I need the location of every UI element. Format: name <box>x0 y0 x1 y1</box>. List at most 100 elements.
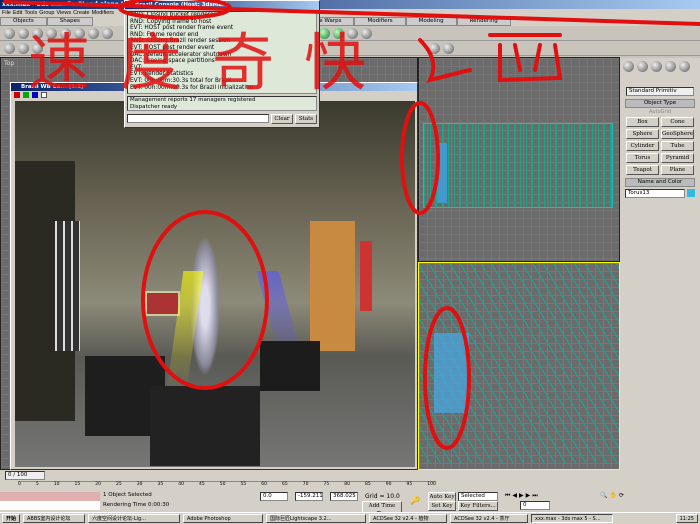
blue-channel-icon[interactable] <box>32 92 38 98</box>
maxscript-input[interactable] <box>0 501 100 510</box>
z-coordinate[interactable]: 368.025 <box>330 492 358 501</box>
teapot-button[interactable]: Teapot <box>626 165 659 175</box>
cone-button[interactable]: Cone <box>661 117 694 127</box>
start-button[interactable]: 开始 <box>2 514 21 523</box>
next-frame-icon[interactable]: ▶ <box>526 492 531 500</box>
grid-size: Grid = 10.0 <box>365 493 400 500</box>
tab-objects[interactable]: Objects <box>0 17 47 26</box>
box-icon[interactable] <box>4 28 15 39</box>
link-icon[interactable] <box>32 43 43 54</box>
hierarchy-tab-icon[interactable] <box>651 61 662 72</box>
torus-icon[interactable] <box>46 28 57 39</box>
key-mode-dropdown[interactable]: Selected <box>458 492 498 501</box>
quick-render-icon[interactable] <box>443 43 454 54</box>
taskbar-item[interactable]: 国际巨匠Lightscape 3.2... <box>266 514 367 523</box>
time-slider[interactable]: 0 / 100 <box>5 471 45 480</box>
create-tab-icon[interactable] <box>623 61 634 72</box>
go-to-end-icon[interactable]: ⏭ <box>532 492 537 500</box>
autogrid-checkbox[interactable]: AutoGrid <box>623 109 697 115</box>
log-line: EVT: Render Statistics <box>130 71 194 78</box>
object-name-input[interactable]: Torus13 <box>625 189 685 198</box>
sphere-icon[interactable] <box>18 28 29 39</box>
modifier-icon[interactable] <box>361 28 372 39</box>
viewport-top-right[interactable] <box>418 57 620 262</box>
taskbar-item[interactable]: 六度空间设计论坛-Lig... <box>88 514 181 523</box>
zoom-icon[interactable]: 🔍 <box>600 492 607 499</box>
cylinder-button[interactable]: Cylinder <box>626 141 659 151</box>
menu-file[interactable]: File <box>2 9 11 17</box>
armchair <box>150 386 260 466</box>
alpha-channel-icon[interactable] <box>41 92 47 98</box>
primitive-dropdown[interactable]: Standard Primitiv <box>626 87 694 96</box>
menu-modifiers[interactable]: Modifiers <box>92 9 114 17</box>
viewport-perspective-active[interactable] <box>418 262 620 470</box>
cone-icon[interactable] <box>74 28 85 39</box>
menu-edit[interactable]: Edit <box>13 9 22 17</box>
object-color-swatch[interactable] <box>687 189 695 197</box>
prev-frame-icon[interactable]: ◀ <box>512 492 517 500</box>
armchair <box>260 341 320 391</box>
console-input[interactable] <box>127 114 269 123</box>
wood-panel <box>310 221 355 351</box>
geosphere-button[interactable]: GeoSphere <box>661 129 694 139</box>
frame-tick: 5 <box>35 482 39 487</box>
space-warp-icon[interactable] <box>333 28 344 39</box>
taskbar-item[interactable]: ACDSee 32 v2.4 - 植物 <box>369 514 448 523</box>
taskbar-item[interactable]: ABBS室内设计论坛 <box>23 514 86 523</box>
motion-tab-icon[interactable] <box>665 61 676 72</box>
display-tab-icon[interactable] <box>679 61 690 72</box>
log-line: RND: Copying frame to host <box>130 18 212 25</box>
maxscript-listener[interactable] <box>0 492 100 501</box>
undo-icon[interactable] <box>4 43 15 54</box>
log-line: RND: Frame render end <box>130 31 199 38</box>
teapot-icon[interactable] <box>60 28 71 39</box>
clock: 11:25 <box>675 514 698 523</box>
geosphere-icon[interactable] <box>88 28 99 39</box>
tab-modeling[interactable]: Modeling <box>405 17 457 26</box>
red-channel-icon[interactable] <box>14 92 20 98</box>
render-icon[interactable] <box>429 43 440 54</box>
torus-button[interactable]: Torus <box>626 153 659 163</box>
menu-views[interactable]: Views <box>57 9 72 17</box>
frame-tick: 20 <box>95 482 102 487</box>
console-messages: Management reports 17 managers registere… <box>127 96 317 111</box>
pan-icon[interactable]: ✋ <box>609 492 616 499</box>
modify-tab-icon[interactable] <box>637 61 648 72</box>
taskbar-item[interactable]: ACDSee 32 v2.4 - 茶厅 <box>450 514 529 523</box>
clear-button[interactable]: Clear <box>271 114 293 124</box>
menu-create[interactable]: Create <box>73 9 90 17</box>
menu-group[interactable]: Group <box>39 9 54 17</box>
green-channel-icon[interactable] <box>23 92 29 98</box>
taskbar-item-active[interactable]: xxx.max - 3ds max 5 - S... <box>531 514 614 523</box>
space-warp-icon[interactable] <box>319 28 330 39</box>
go-to-start-icon[interactable]: ⏮ <box>505 492 510 500</box>
menu-tools[interactable]: Tools <box>24 9 37 17</box>
tab-modifiers[interactable]: Modifiers <box>354 17 406 26</box>
cylinder-icon[interactable] <box>32 28 43 39</box>
current-frame-input[interactable]: 0 <box>520 501 550 510</box>
rollout-object-type[interactable]: Object Type <box>625 99 695 108</box>
sphere-button[interactable]: Sphere <box>626 129 659 139</box>
tab-shapes[interactable]: Shapes <box>46 17 93 26</box>
stats-button[interactable]: Stats <box>295 114 317 124</box>
taskbar-item[interactable]: Adobe Photoshop <box>183 514 264 523</box>
tube-icon[interactable] <box>102 28 113 39</box>
x-coordinate[interactable]: 0.0 <box>260 492 288 501</box>
track-bar[interactable]: 0 5 10 15 20 25 30 35 40 45 50 55 60 65 70 75 80 85 90 95 10… <box>18 481 436 491</box>
y-coordinate[interactable]: -159.211 <box>295 492 323 501</box>
box-button[interactable]: Box <box>626 117 659 127</box>
plane-button[interactable]: Plane <box>661 165 694 175</box>
frame-tick: 60 <box>261 482 268 487</box>
viewport-label: Top <box>4 60 15 67</box>
tab-rendering[interactable]: Rendering <box>456 17 511 26</box>
play-icon[interactable]: ▶ <box>519 492 524 500</box>
orbit-icon[interactable]: ⟳ <box>619 492 624 499</box>
modifier-icon[interactable] <box>347 28 358 39</box>
key-filters-button[interactable]: Key Filters... <box>458 501 498 511</box>
pyramid-button[interactable]: Pyramid <box>661 153 694 163</box>
rollout-name-color[interactable]: Name and Color <box>625 178 695 187</box>
set-key-button[interactable]: Set Key <box>428 501 456 511</box>
tube-button[interactable]: Tube <box>661 141 694 151</box>
key-icon[interactable]: 🔑 <box>410 496 420 505</box>
redo-icon[interactable] <box>18 43 29 54</box>
